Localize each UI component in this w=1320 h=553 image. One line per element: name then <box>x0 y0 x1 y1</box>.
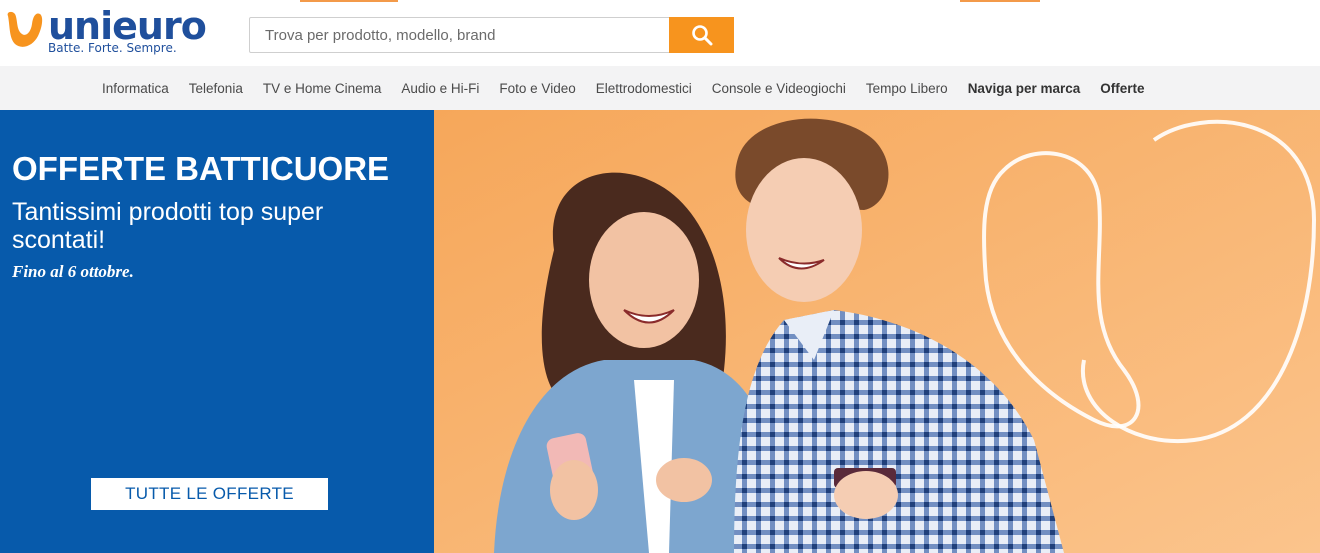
hero-title: OFFERTE BATTICUORE <box>12 150 390 187</box>
all-offers-button[interactable]: TUTTE LE OFFERTE <box>91 478 328 510</box>
top-accent-bar <box>300 0 398 2</box>
search-input[interactable] <box>250 18 670 52</box>
logo-mark-icon <box>7 11 43 47</box>
nav-item-tempo-libero[interactable]: Tempo Libero <box>856 81 958 96</box>
nav-item-console-e-videogiochi[interactable]: Console e Videogiochi <box>702 81 856 96</box>
nav-item-elettrodomestici[interactable]: Elettrodomestici <box>586 81 702 96</box>
logo-tagline: Batte. Forte. Sempre. <box>48 41 177 55</box>
couple-smartphone-illustration <box>434 110 1320 553</box>
category-nav-list: Informatica Telefonia TV e Home Cinema Audi… <box>92 66 1155 110</box>
nav-item-foto-e-video[interactable]: Foto e Video <box>489 81 585 96</box>
top-accent-bar <box>960 0 1040 2</box>
unieuro-logo[interactable]: unieuro Batte. Forte. Sempre. <box>4 4 207 58</box>
nav-item-tv-e-home-cinema[interactable]: TV e Home Cinema <box>253 81 392 96</box>
hero-banner[interactable]: OFFERTE BATTICUORE Tantissimi prodotti t… <box>0 110 1320 553</box>
site-header: unieuro Batte. Forte. Sempre. <box>0 0 1320 66</box>
nav-item-audio-e-hi-fi[interactable]: Audio e Hi-Fi <box>391 81 489 96</box>
nav-item-informatica[interactable]: Informatica <box>92 81 179 96</box>
nav-item-naviga-per-marca[interactable]: Naviga per marca <box>958 81 1091 96</box>
search-button[interactable] <box>669 17 734 53</box>
nav-item-offerte[interactable]: Offerte <box>1090 81 1154 96</box>
nav-item-telefonia[interactable]: Telefonia <box>179 81 253 96</box>
search-bar <box>249 17 734 53</box>
hero-date-note: Fino al 6 ottobre. <box>12 262 134 281</box>
search-icon <box>691 25 712 46</box>
hero-text-panel: OFFERTE BATTICUORE Tantissimi prodotti t… <box>0 110 434 553</box>
category-nav: Informatica Telefonia TV e Home Cinema Audi… <box>0 66 1320 110</box>
hero-image[interactable] <box>434 110 1320 553</box>
hero-subtitle: Tantissimi prodotti top super scontati! <box>12 198 324 254</box>
